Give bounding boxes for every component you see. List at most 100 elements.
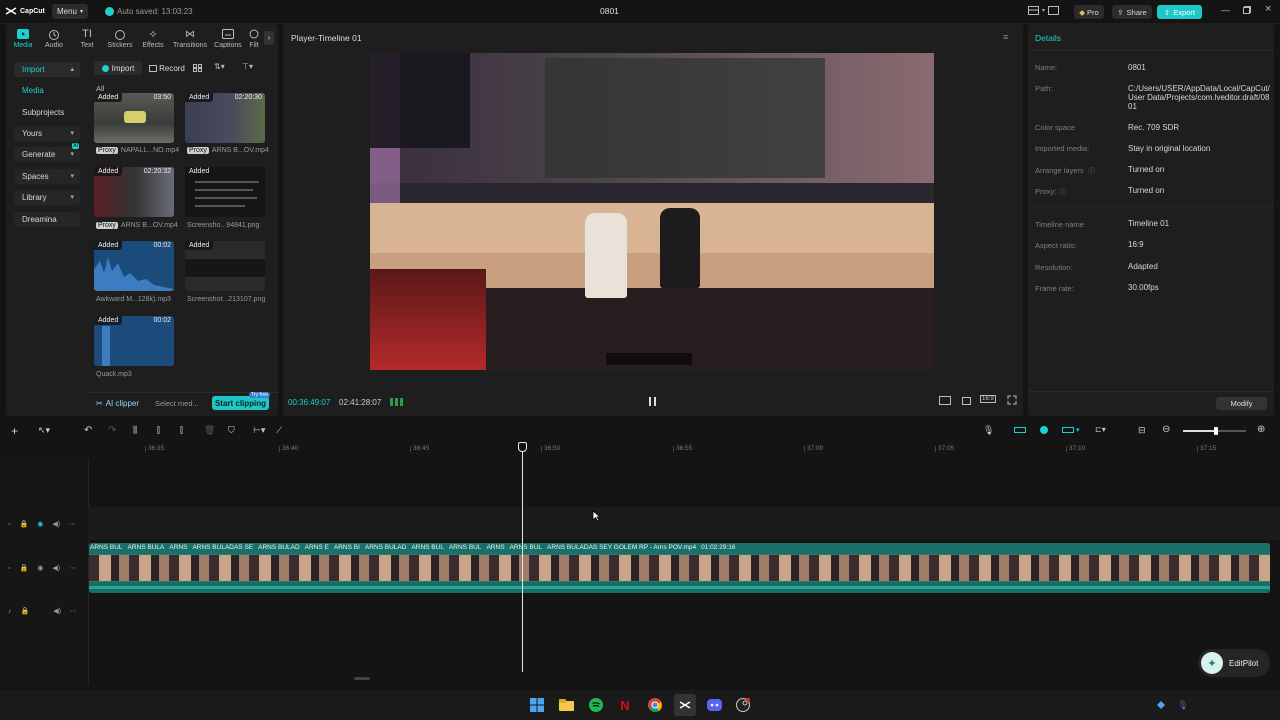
preview-axis-icon[interactable]: ⊏▾ (1095, 425, 1106, 434)
shortcut-icon[interactable] (1048, 6, 1060, 15)
zoom-out-icon[interactable]: ⊖ (1162, 424, 1170, 435)
sidebar-item-media[interactable]: Media (14, 83, 80, 98)
tool-text[interactable]: TI Text (72, 28, 102, 52)
media-item[interactable]: Added 00:02 (94, 316, 174, 366)
toolbar-scroll-right-icon[interactable]: › (264, 31, 274, 45)
speaker-icon[interactable]: ◀) (53, 607, 61, 615)
tool-stickers[interactable]: Stickers (105, 28, 135, 52)
eye-icon[interactable]: ◉ (37, 564, 43, 572)
zoom-slider[interactable] (1183, 427, 1246, 435)
chrome-icon[interactable] (646, 696, 664, 714)
sidebar-item-generate[interactable]: Generate ▾ AI (14, 143, 80, 162)
draw-icon[interactable]: ⟋ (276, 425, 282, 436)
delete-icon[interactable]: 🗑 (204, 425, 215, 436)
media-item[interactable]: Added 02:20:30 (185, 93, 265, 143)
tool-effects[interactable]: ✧ Effects (138, 28, 168, 52)
freeze-icon[interactable]: ⊢▾ (253, 425, 265, 436)
split-left-icon[interactable]: ⫿ (157, 425, 160, 436)
more-icon[interactable]: ⋯ (70, 607, 77, 615)
crop-icon[interactable] (961, 396, 972, 406)
select-tool-icon[interactable]: ↖▾ (38, 425, 50, 436)
sidebar-item-library[interactable]: Library ▾ (14, 190, 80, 205)
layout-icon[interactable] (1028, 6, 1039, 15)
captions-track-icon[interactable]: ⊟ (1138, 425, 1146, 436)
spotify-icon[interactable] (587, 696, 605, 714)
sidebar-item-subprojects[interactable]: Subprojects (14, 105, 80, 120)
filter-all-label[interactable]: All (96, 84, 104, 93)
lock-icon[interactable]: 🔒 (19, 564, 28, 572)
chevron-down-icon[interactable]: ▾ (1042, 7, 1045, 14)
sidebar-item-import[interactable]: Import ▴ (14, 62, 80, 77)
pause-icon[interactable] (649, 397, 656, 406)
timeline-scrollbar[interactable] (354, 677, 370, 680)
sidebar-item-yours[interactable]: Yours ▾ (14, 126, 80, 141)
lock-icon[interactable]: 🔒 (19, 520, 28, 528)
windows-start-icon[interactable] (528, 696, 546, 714)
snap-icon[interactable]: ▾ (1062, 426, 1080, 434)
main-clip[interactable]: ARNS BUL ARNS BULA ARNS ARNS BULADAS SE … (89, 543, 1270, 593)
info-icon[interactable]: ⓘ (1059, 187, 1066, 197)
discord-icon[interactable] (705, 696, 723, 714)
pro-button[interactable]: ◆ Pro (1074, 5, 1104, 19)
redo-icon[interactable]: ↷ (108, 425, 116, 436)
tool-audio[interactable]: Audio (39, 28, 69, 52)
media-item[interactable]: Added (185, 167, 265, 217)
export-button[interactable]: ⇧ Export (1157, 5, 1202, 19)
speaker-icon[interactable]: ◀) (52, 520, 60, 528)
menu-button[interactable]: Menu ▾ (52, 4, 88, 19)
info-icon[interactable]: ⓘ (1088, 166, 1095, 176)
add-track-icon[interactable]: + (11, 424, 18, 438)
ai-clipper-button[interactable]: ✂ AI clipper (96, 399, 139, 408)
maximize-icon[interactable] (1243, 6, 1251, 14)
microphone-icon[interactable]: 🎙 (983, 425, 994, 436)
sidebar-item-dreamina[interactable]: Dreamina (14, 212, 80, 227)
aspect-ratio-button[interactable]: 16:9 (980, 395, 996, 403)
video-preview[interactable] (370, 53, 934, 370)
split-right-icon[interactable]: ⫿ (180, 425, 183, 436)
track-cover-icon[interactable]: ▫ (8, 521, 10, 528)
eye-icon[interactable]: ◉ (37, 520, 43, 528)
tool-filters[interactable]: Filt (246, 28, 262, 52)
tool-transitions[interactable]: ⋈ Transitions (172, 28, 208, 52)
modify-button[interactable]: Modify (1216, 397, 1267, 410)
netflix-icon[interactable]: N (616, 696, 634, 714)
audio-track-icon[interactable]: ♪ (8, 608, 12, 615)
track-cover-icon[interactable]: ▫ (8, 565, 10, 572)
zoom-slider-handle[interactable] (1214, 427, 1218, 435)
zoom-in-icon[interactable]: ⊕ (1257, 424, 1265, 435)
tray-microphone-icon[interactable]: 🎙 (1174, 696, 1192, 714)
marker-icon[interactable]: ⛉ (228, 425, 235, 436)
share-button[interactable]: ⇪ Share (1112, 5, 1152, 19)
editpilot-button[interactable]: ✦ EditPilot (1198, 649, 1270, 677)
playhead[interactable] (522, 444, 523, 672)
file-explorer-icon[interactable] (557, 696, 575, 714)
media-item[interactable]: Added 02:20:32 (94, 167, 174, 217)
undo-icon[interactable]: ↶ (84, 425, 92, 436)
filter-icon[interactable]: ⊤▾ (242, 62, 253, 71)
media-item[interactable]: Added 00:02 (94, 241, 174, 291)
split-icon[interactable]: ⫼ (133, 425, 137, 436)
tray-network-icon[interactable] (1152, 696, 1170, 714)
linkage-icon[interactable] (1038, 425, 1050, 435)
more-icon[interactable]: ⋯ (69, 564, 76, 572)
quality-icon[interactable] (939, 396, 951, 405)
tool-captions[interactable]: Captions (211, 28, 245, 52)
sidebar-item-spaces[interactable]: Spaces ▾ (14, 169, 80, 184)
start-clipping-button[interactable]: Start clipping (212, 396, 269, 410)
close-icon[interactable]: × (1265, 3, 1271, 15)
main-track-magnet-icon[interactable] (1014, 426, 1026, 434)
more-icon[interactable]: ⋯ (69, 520, 76, 528)
speaker-icon[interactable]: ◀) (52, 564, 60, 572)
sort-icon[interactable]: ⇅▾ (214, 62, 225, 71)
fullscreen-icon[interactable] (1007, 395, 1017, 405)
grid-view-icon[interactable] (193, 64, 202, 72)
steam-icon[interactable] (734, 696, 752, 714)
player-menu-icon[interactable]: ≡ (1003, 32, 1008, 42)
media-item[interactable]: Added 03:50 (94, 93, 174, 143)
media-item[interactable]: Added (185, 241, 265, 291)
record-button[interactable]: Record (147, 61, 187, 75)
import-button[interactable]: Import (94, 61, 142, 75)
lock-icon[interactable]: 🔒 (21, 607, 30, 615)
overlay-track[interactable] (88, 507, 1280, 540)
playhead-handle[interactable] (518, 442, 527, 452)
